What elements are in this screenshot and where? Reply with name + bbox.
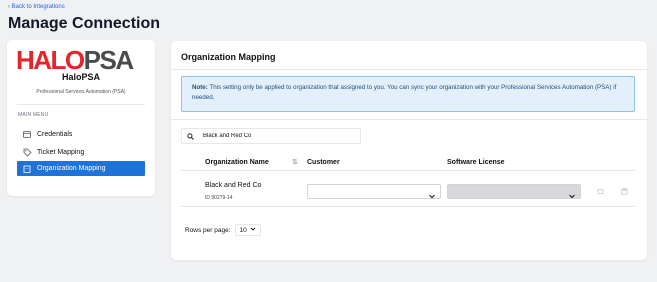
column-customer: Customer bbox=[307, 159, 340, 166]
halopsa-logo: HALOPSA bbox=[16, 45, 134, 75]
sidebar-item-credentials[interactable]: Credentials bbox=[17, 127, 145, 142]
organization-mapping-panel: Organization Mapping Note: This setting … bbox=[171, 41, 647, 260]
integration-sidebar: HALOPSA HaloPSA Professional Services Au… bbox=[7, 40, 155, 196]
logo-halo-text: HALO bbox=[16, 45, 85, 75]
search-input[interactable] bbox=[203, 133, 353, 139]
logo-psa-text: PSA bbox=[83, 45, 134, 75]
sort-icon[interactable]: ⇅ bbox=[292, 158, 298, 166]
table-header: Organization Name ⇅ Customer Software Li… bbox=[181, 155, 635, 171]
rows-per-page-label: Rows per page: bbox=[185, 226, 231, 234]
sidebar-item-ticket-mapping[interactable]: Ticket Mapping bbox=[17, 145, 145, 160]
organization-name: Black and Red Co bbox=[205, 182, 262, 189]
search-box[interactable] bbox=[181, 128, 361, 144]
search-icon bbox=[187, 132, 197, 140]
rows-per-page: Rows per page: 10 bbox=[185, 224, 261, 236]
column-organization-name[interactable]: Organization Name bbox=[205, 159, 269, 166]
menu-heading: MAIN MENU bbox=[18, 112, 49, 118]
rows-per-page-value: 10 bbox=[239, 226, 247, 234]
integration-name: HaloPSA bbox=[61, 72, 100, 82]
credential-card-icon bbox=[22, 131, 32, 138]
tag-icon bbox=[22, 148, 32, 157]
sidebar-item-label: Ticket Mapping bbox=[37, 149, 85, 156]
sidebar-item-label: Organization Mapping bbox=[37, 165, 106, 172]
page-title: Manage Connection bbox=[8, 15, 161, 32]
sidebar-item-organization-mapping[interactable]: Organization Mapping bbox=[17, 161, 145, 176]
save-icon[interactable] bbox=[619, 186, 629, 196]
software-license-select[interactable] bbox=[447, 184, 581, 199]
unlink-icon[interactable] bbox=[595, 186, 605, 196]
customer-select[interactable] bbox=[307, 184, 441, 199]
note-banner: Note: This setting only be applied to or… bbox=[181, 76, 635, 112]
building-icon bbox=[22, 165, 32, 173]
chevron-down-icon bbox=[568, 187, 576, 205]
panel-divider bbox=[171, 69, 647, 70]
panel-title: Organization Mapping bbox=[181, 52, 276, 62]
column-software-license: Software License bbox=[447, 159, 505, 166]
chevron-down-icon bbox=[250, 226, 256, 234]
chevron-down-icon bbox=[428, 187, 436, 205]
table-row: Black and Red Co ID 90279-14 bbox=[181, 175, 635, 207]
back-to-integrations-link[interactable]: ‹ Back to Integrations bbox=[8, 4, 65, 10]
note-label: Note: bbox=[192, 84, 208, 91]
sidebar-divider bbox=[17, 104, 145, 105]
note-text: This setting only be applied to organiza… bbox=[192, 84, 617, 101]
sidebar-item-label: Credentials bbox=[37, 131, 73, 138]
organization-id: ID 90279-14 bbox=[205, 195, 233, 201]
rows-per-page-select[interactable]: 10 bbox=[234, 224, 261, 236]
note-divider bbox=[171, 119, 647, 120]
integration-description: Professional Services Automation (PSA) bbox=[36, 89, 126, 95]
